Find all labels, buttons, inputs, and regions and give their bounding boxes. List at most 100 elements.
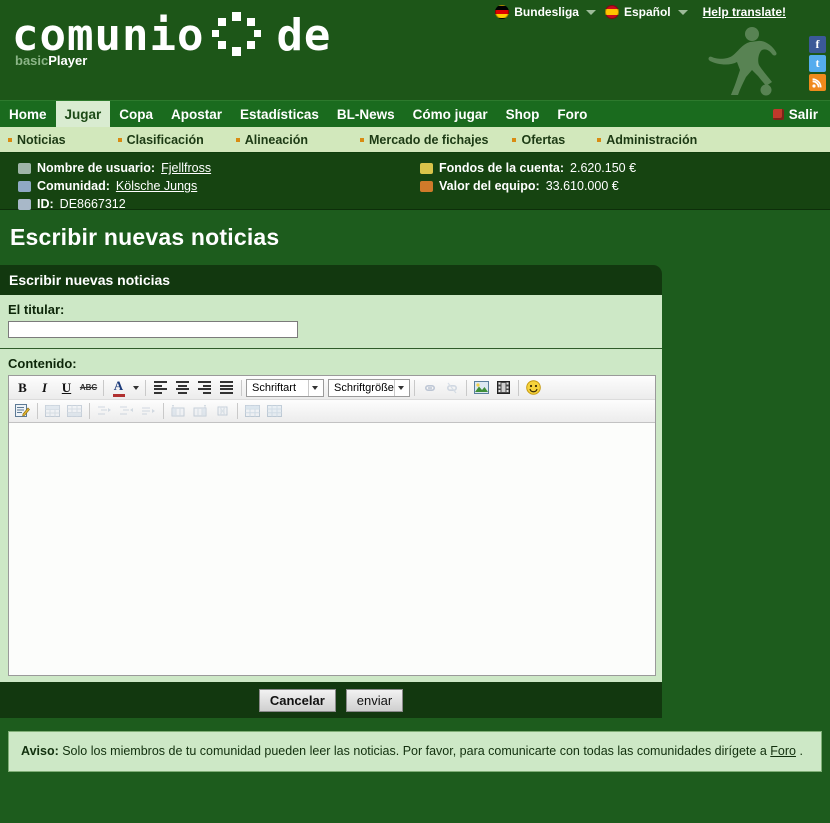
- indent-increase-icon: [94, 402, 115, 421]
- logout-button[interactable]: Salir: [769, 101, 822, 127]
- insert-smiley-icon[interactable]: [523, 378, 544, 397]
- align-justify-icon[interactable]: [216, 378, 237, 397]
- bullet-icon: [235, 137, 240, 142]
- subnav-item-administracion[interactable]: Administración: [597, 133, 697, 147]
- insert-link-icon: [419, 378, 440, 397]
- funds-row: Fondos de la cuenta: 2.620.150 €: [420, 159, 636, 177]
- font-color-icon[interactable]: A: [108, 378, 129, 397]
- panel-body: El titular: Contenido: B I U ABC A Schri…: [0, 295, 662, 682]
- rss-icon[interactable]: [809, 74, 826, 91]
- subnav-label: Clasificación: [126, 132, 204, 147]
- subnav-item-clasificacion[interactable]: Clasificación: [117, 132, 204, 147]
- nav-item-bl-news[interactable]: BL-News: [328, 101, 404, 127]
- nav-item-home[interactable]: Home: [0, 101, 56, 127]
- toolbar-separator: [163, 403, 164, 419]
- logo-wordmark: comunio de: [12, 10, 331, 59]
- logo-text-de: de: [276, 10, 332, 61]
- panel-header: Escribir nuevas noticias: [0, 265, 662, 295]
- subnav-item-alineacion[interactable]: Alineación: [235, 133, 308, 147]
- toolbar-separator: [145, 379, 146, 396]
- id-value: DE8667312: [59, 197, 126, 211]
- chevron-down-icon: [394, 379, 407, 396]
- headline-label: El titular:: [8, 302, 65, 317]
- language-selector[interactable]: Español: [604, 5, 688, 19]
- page-title: Escribir nuevas noticias: [10, 224, 280, 250]
- help-translate-link[interactable]: Help translate!: [703, 5, 786, 19]
- username-value[interactable]: Fjellfross: [161, 161, 211, 175]
- align-right-icon[interactable]: [194, 378, 215, 397]
- bullet-icon: [117, 137, 122, 142]
- subnav-label: Mercado de fichajes: [368, 132, 489, 147]
- spanish-flag-icon: [604, 5, 619, 19]
- player-silhouette-graphic: [706, 26, 784, 99]
- toolbar-separator: [37, 403, 38, 419]
- site-logo[interactable]: comunio de basicPlayer: [12, 10, 331, 68]
- toolbar-separator: [518, 379, 519, 396]
- bullet-icon: [359, 137, 364, 142]
- nav-item-como-jugar[interactable]: Cómo jugar: [404, 101, 497, 127]
- align-center-icon[interactable]: [172, 378, 193, 397]
- insert-image-icon[interactable]: [471, 378, 492, 397]
- toolbar-separator: [103, 379, 104, 396]
- community-value[interactable]: Kölsche Jungs: [116, 179, 197, 193]
- toolbar-separator: [414, 379, 415, 396]
- font-size-select[interactable]: Schriftgröße: [328, 378, 410, 397]
- nav-item-jugar[interactable]: Jugar: [55, 101, 111, 127]
- font-size-select-label: Schriftgröße: [334, 381, 394, 394]
- language-bar: Bundesliga Español Help translate!: [495, 5, 786, 19]
- notice-text-before: Solo los miembros de tu comunidad pueden…: [58, 744, 771, 758]
- nav-item-apostar[interactable]: Apostar: [162, 101, 231, 127]
- facebook-icon[interactable]: f: [809, 36, 826, 53]
- language-selector-label: Español: [623, 5, 671, 19]
- user-info-right-column: Fondos de la cuenta: 2.620.150 € Valor d…: [420, 159, 636, 195]
- bullet-icon: [8, 137, 12, 142]
- german-flag-icon: [495, 5, 510, 19]
- toolbar-separator: [237, 403, 238, 419]
- italic-icon[interactable]: I: [34, 378, 55, 397]
- chevron-down-icon: [308, 379, 321, 396]
- font-color-dropdown-icon[interactable]: [130, 378, 141, 397]
- notice-prefix: Aviso:: [21, 744, 59, 758]
- headline-field-block: El titular:: [0, 295, 662, 349]
- team-value-row: Valor del equipo: 33.610.000 €: [420, 177, 636, 195]
- user-info-bar: Nombre de usuario: Fjellfross Comunidad:…: [0, 153, 830, 211]
- headline-input[interactable]: [8, 321, 298, 338]
- subnav-item-ofertas[interactable]: Ofertas: [512, 133, 565, 147]
- subnav-item-mercado-de-fichajes[interactable]: Mercado de fichajes: [359, 132, 489, 147]
- twitter-icon[interactable]: t: [809, 55, 826, 72]
- notice-forum-link[interactable]: Foro: [770, 744, 796, 758]
- content-editable-area[interactable]: [9, 422, 655, 675]
- cancel-button[interactable]: Cancelar: [258, 688, 336, 712]
- submit-button[interactable]: enviar: [345, 688, 404, 712]
- toolbar-separator: [466, 379, 467, 396]
- funds-value: 2.620.150 €: [570, 161, 637, 175]
- nav-item-estadisticas[interactable]: Estadísticas: [231, 101, 328, 127]
- edit-source-icon[interactable]: [12, 402, 33, 421]
- font-family-select[interactable]: Schriftart: [246, 378, 324, 397]
- logo-sub-player: Player: [48, 53, 88, 68]
- delete-column-icon: [212, 402, 233, 421]
- team-value-label: Valor del equipo:: [439, 179, 540, 193]
- font-family-select-label: Schriftart: [252, 381, 297, 394]
- bullet-icon: [512, 137, 517, 142]
- nav-item-foro[interactable]: Foro: [548, 101, 596, 127]
- nav-item-shop[interactable]: Shop: [497, 101, 549, 127]
- id-label: ID:: [37, 197, 54, 211]
- insert-media-icon[interactable]: [493, 378, 514, 397]
- insert-table-icon: [242, 402, 263, 421]
- sub-navigation: Noticias Clasificación Alineación Mercad…: [0, 127, 830, 153]
- insert-row-before-icon: [42, 402, 63, 421]
- align-left-icon[interactable]: [150, 378, 171, 397]
- news-form-panel: Escribir nuevas noticias El titular: Con…: [0, 265, 662, 718]
- editor-toolbar-row-2: [9, 399, 655, 422]
- league-selector[interactable]: Bundesliga: [495, 5, 596, 19]
- nav-item-copa[interactable]: Copa: [110, 101, 162, 127]
- subnav-item-noticias[interactable]: Noticias: [8, 133, 66, 147]
- bold-icon[interactable]: B: [12, 378, 33, 397]
- underline-icon[interactable]: U: [56, 378, 77, 397]
- outdent-icon: [138, 402, 159, 421]
- logo-dots-icon: [204, 10, 276, 56]
- strikethrough-icon[interactable]: ABC: [78, 378, 99, 397]
- chevron-down-icon: [677, 9, 688, 15]
- logout-icon: [772, 109, 784, 120]
